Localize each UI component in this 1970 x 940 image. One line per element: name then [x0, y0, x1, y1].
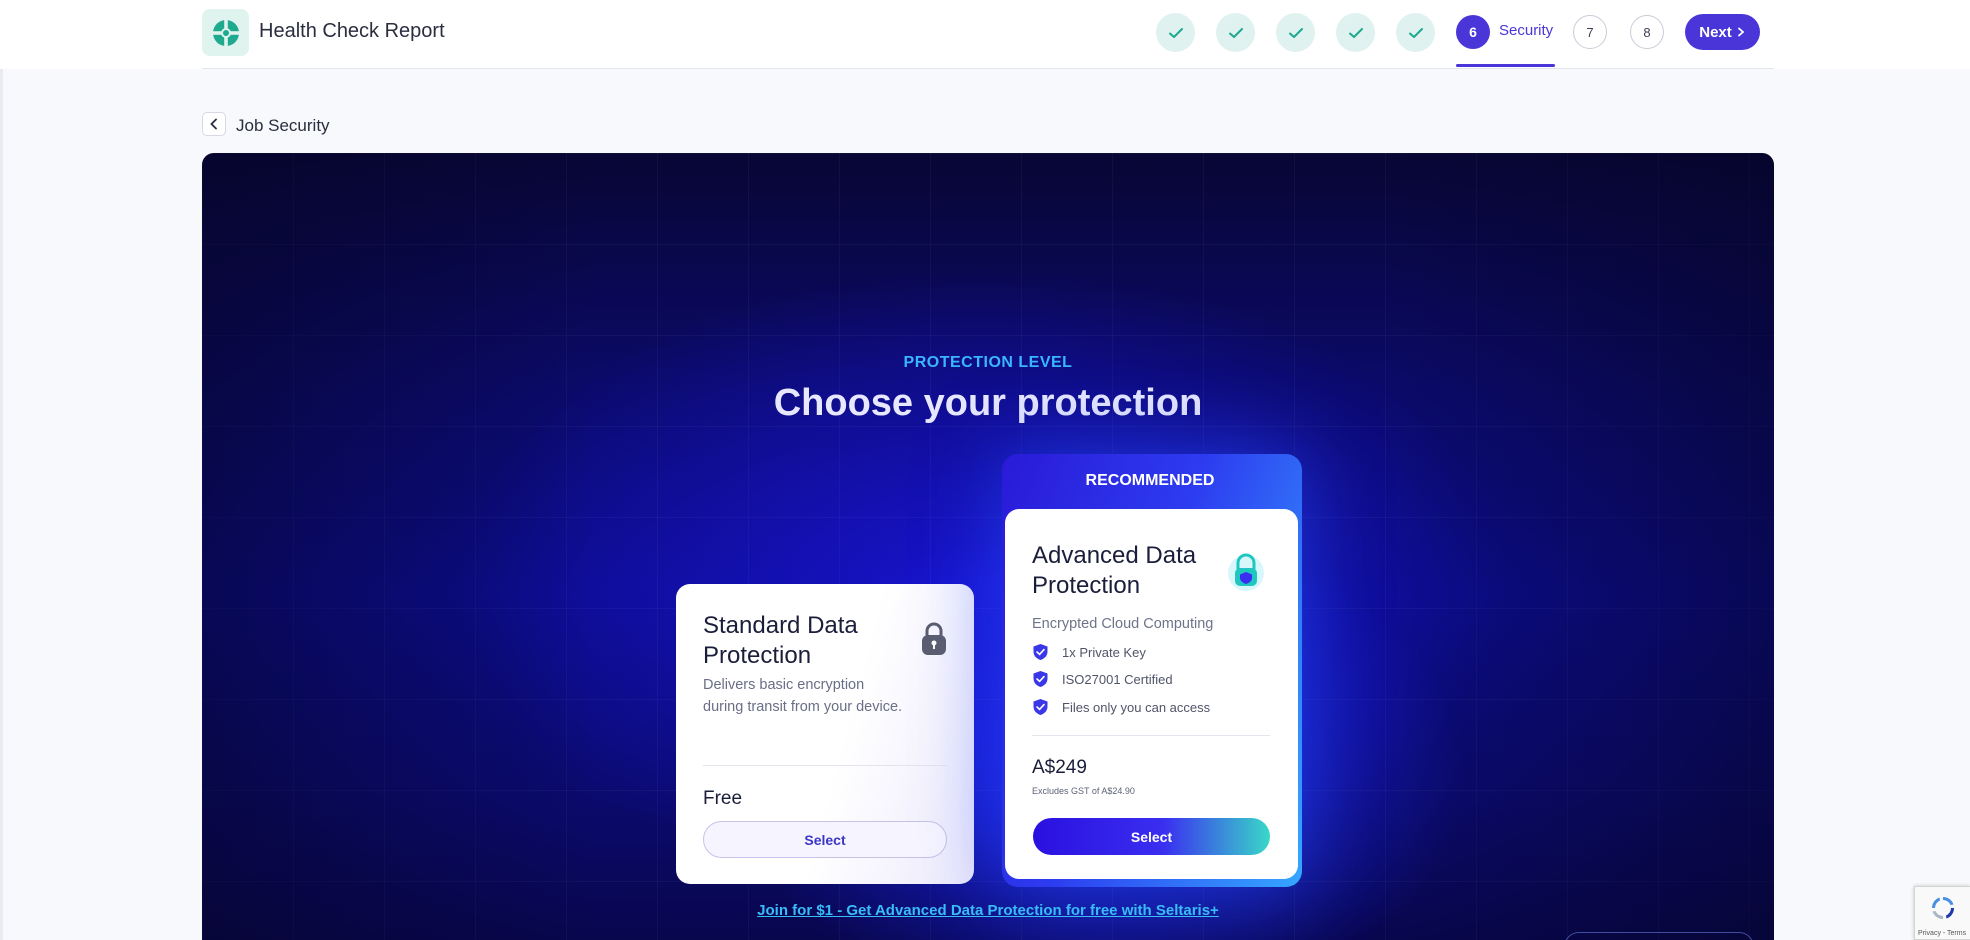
- top-bar-divider: [202, 68, 1774, 69]
- advanced-select-button[interactable]: Select: [1033, 818, 1270, 855]
- check-icon: [1408, 27, 1423, 38]
- advanced-card-title: Advanced Data Protection: [1032, 542, 1197, 599]
- chevron-left-icon: [210, 118, 217, 130]
- advanced-protection-card[interactable]: Advanced Data Protection Encrypted Cloud…: [1005, 509, 1298, 879]
- step-5-complete[interactable]: [1396, 13, 1435, 52]
- next-button[interactable]: Next: [1685, 14, 1760, 50]
- hero-vignette: [202, 153, 1774, 940]
- check-icon: [1168, 27, 1183, 38]
- shield-check-icon: [1033, 671, 1048, 687]
- recaptcha-badge[interactable]: Privacy - Terms: [1914, 886, 1970, 940]
- advanced-price-note: Excludes GST of A$24.90: [1032, 786, 1135, 796]
- standard-protection-card[interactable]: Standard Data Protection Delivers basic …: [676, 584, 974, 884]
- standard-card-divider: [703, 765, 947, 766]
- shield-check-icon: [1033, 699, 1048, 715]
- standard-card-description: Delivers basic encryption during transit…: [703, 677, 903, 715]
- recaptcha-links[interactable]: Privacy - Terms: [1918, 930, 1966, 937]
- protection-hero: PROTECTION LEVEL Choose your protection …: [202, 153, 1774, 940]
- active-step-label: Security: [1499, 22, 1554, 39]
- check-icon: [1228, 27, 1243, 38]
- advanced-card-subtitle: Encrypted Cloud Computing: [1032, 616, 1214, 632]
- protection-eyebrow: PROTECTION LEVEL: [903, 354, 1073, 371]
- step-7[interactable]: 7: [1573, 15, 1607, 49]
- step-3-complete[interactable]: [1276, 13, 1315, 52]
- next-button-label: Next: [1699, 23, 1732, 41]
- active-step-underline: [1456, 64, 1555, 67]
- standard-select-button[interactable]: Select: [703, 821, 947, 858]
- feature-item: Files only you can access: [1032, 698, 1210, 716]
- glowing-padlock-icon: [1226, 549, 1266, 598]
- section-title: Job Security: [236, 116, 330, 135]
- chevron-right-icon: [1737, 27, 1745, 37]
- step-6-active[interactable]: 6: [1456, 15, 1490, 49]
- step-4-complete[interactable]: [1336, 13, 1375, 52]
- step-8[interactable]: 8: [1630, 15, 1664, 49]
- standard-price: Free: [703, 788, 743, 809]
- shield-check-icon: [1033, 644, 1048, 660]
- page-left-edge: [0, 0, 3, 940]
- padlock-icon: [921, 622, 947, 661]
- step-2-complete[interactable]: [1216, 13, 1255, 52]
- join-offer-link[interactable]: Join for $1 - Get Advanced Data Protecti…: [202, 902, 1774, 919]
- back-button[interactable]: [202, 112, 226, 136]
- check-icon: [1288, 27, 1303, 38]
- protection-headline: Choose your protection: [773, 382, 1203, 424]
- app-title: Health Check Report: [259, 20, 445, 42]
- check-icon: [1348, 27, 1363, 38]
- standard-card-title: Standard Data Protection: [703, 612, 858, 669]
- recommended-badge: RECOMMENDED: [1085, 472, 1215, 489]
- bottom-pill-outline: [1564, 932, 1754, 940]
- feature-item: 1x Private Key: [1032, 643, 1146, 661]
- advanced-card-divider: [1032, 735, 1270, 736]
- recaptcha-icon: [1929, 894, 1957, 927]
- advanced-price: A$249: [1032, 757, 1087, 778]
- top-bar: Health Check Report 6 Security 7 8 Next: [0, 0, 1970, 69]
- app-logo-icon: [202, 9, 249, 56]
- step-1-complete[interactable]: [1156, 13, 1195, 52]
- feature-item: ISO27001 Certified: [1032, 670, 1173, 688]
